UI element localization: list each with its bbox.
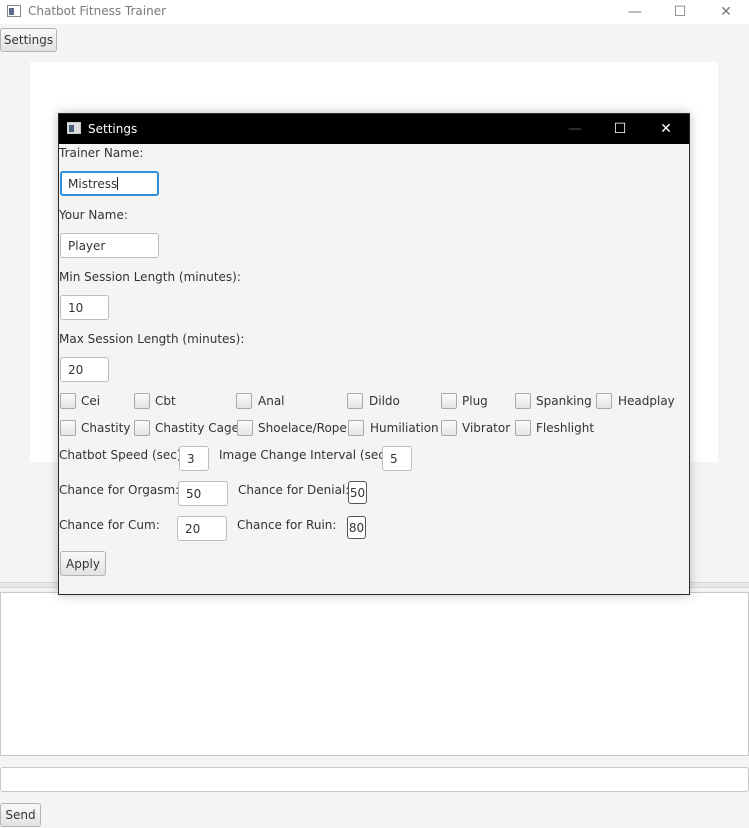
checkbox-cei[interactable] bbox=[60, 393, 76, 409]
checkbox-label-anal: Anal bbox=[258, 394, 285, 408]
dialog-minimize-button[interactable]: — bbox=[552, 114, 598, 144]
checkbox-chastity-cage[interactable] bbox=[134, 420, 150, 436]
dialog-window-icon bbox=[67, 122, 81, 134]
orgasm-chance-value: 50 bbox=[186, 486, 202, 501]
ruin-chance-label: Chance for Ruin: bbox=[237, 518, 337, 532]
checkbox-label-humiliation: Humiliation bbox=[370, 421, 439, 435]
chatbot-speed-value: 3 bbox=[187, 451, 195, 466]
checkbox-label-shoelace-rope: Shoelace/Rope bbox=[258, 421, 347, 435]
checkbox-label-plug: Plug bbox=[462, 394, 488, 408]
max-session-value: 20 bbox=[68, 362, 84, 377]
checkbox-shoelace-rope[interactable] bbox=[237, 420, 253, 436]
chat-output[interactable] bbox=[0, 592, 749, 756]
max-session-label: Max Session Length (minutes): bbox=[59, 332, 245, 346]
checkbox-label-dildo: Dildo bbox=[369, 394, 400, 408]
your-name-value: Player bbox=[68, 238, 106, 253]
trainer-name-label: Trainer Name: bbox=[59, 146, 144, 160]
dialog-title-bar: Settings — ☐ ✕ bbox=[59, 114, 689, 144]
checkbox-label-cbt: Cbt bbox=[155, 394, 176, 408]
cum-chance-label: Chance for Cum: bbox=[59, 518, 160, 532]
minimize-button[interactable]: — bbox=[612, 0, 658, 24]
message-input[interactable] bbox=[0, 767, 749, 792]
image-interval-label: Image Change Interval (sec): bbox=[219, 448, 394, 462]
your-name-label: Your Name: bbox=[59, 208, 128, 222]
orgasm-chance-label: Chance for Orgasm: bbox=[59, 483, 180, 497]
orgasm-chance-input[interactable]: 50 bbox=[178, 481, 228, 506]
trainer-name-input[interactable]: Mistress bbox=[60, 171, 159, 196]
ruin-chance-value: 80 bbox=[348, 520, 365, 535]
checkbox-plug[interactable] bbox=[441, 393, 457, 409]
dialog-maximize-button[interactable]: ☐ bbox=[597, 114, 643, 144]
app-window-icon bbox=[7, 5, 21, 17]
checkbox-label-chastity: Chastity bbox=[81, 421, 131, 435]
min-session-label: Min Session Length (minutes): bbox=[59, 270, 241, 284]
checkbox-dildo[interactable] bbox=[347, 393, 363, 409]
chatbot-speed-input[interactable]: 3 bbox=[179, 446, 209, 471]
checkbox-label-headplay: Headplay bbox=[618, 394, 675, 408]
denial-chance-value: 50 bbox=[349, 485, 366, 500]
ruin-chance-field[interactable]: 80 bbox=[347, 516, 366, 539]
checkbox-label-cei: Cei bbox=[81, 394, 101, 408]
settings-dialog: Settings — ☐ ✕ Trainer Name: Mistress Yo… bbox=[58, 113, 690, 595]
close-button[interactable]: ✕ bbox=[703, 0, 749, 24]
checkbox-cbt[interactable] bbox=[134, 393, 150, 409]
window-title: Chatbot Fitness Trainer bbox=[28, 4, 167, 18]
min-session-value: 10 bbox=[68, 300, 84, 315]
checkbox-label-vibrator: Vibrator bbox=[462, 421, 511, 435]
checkbox-chastity[interactable] bbox=[60, 420, 76, 436]
checkbox-vibrator[interactable] bbox=[441, 420, 457, 436]
checkbox-headplay[interactable] bbox=[596, 393, 612, 409]
checkbox-label-fleshlight: Fleshlight bbox=[536, 421, 595, 435]
your-name-input[interactable]: Player bbox=[60, 233, 159, 258]
max-session-input[interactable]: 20 bbox=[60, 357, 109, 382]
dialog-title: Settings bbox=[88, 122, 138, 136]
checkbox-fleshlight[interactable] bbox=[515, 420, 531, 436]
checkbox-label-chastity-cage: Chastity Cage bbox=[155, 421, 239, 435]
send-button[interactable]: Send bbox=[0, 803, 41, 827]
image-interval-value: 5 bbox=[390, 451, 398, 466]
denial-chance-field[interactable]: 50 bbox=[348, 481, 367, 504]
min-session-input[interactable]: 10 bbox=[60, 295, 109, 320]
window-title-bar: Chatbot Fitness Trainer — ☐ ✕ bbox=[0, 0, 749, 24]
checkbox-humiliation[interactable] bbox=[348, 420, 364, 436]
settings-button[interactable]: Settings bbox=[0, 28, 57, 52]
apply-button[interactable]: Apply bbox=[60, 551, 106, 576]
cum-chance-input[interactable]: 20 bbox=[177, 516, 227, 541]
checkbox-anal[interactable] bbox=[236, 393, 252, 409]
checkbox-spanking[interactable] bbox=[515, 393, 531, 409]
maximize-button[interactable]: ☐ bbox=[657, 0, 703, 24]
chatbot-speed-label: Chatbot Speed (sec) bbox=[59, 448, 182, 462]
cum-chance-value: 20 bbox=[185, 521, 201, 536]
denial-chance-label: Chance for Denial: bbox=[238, 483, 350, 497]
text-caret bbox=[117, 177, 119, 190]
checkbox-label-spanking: Spanking bbox=[536, 394, 592, 408]
dialog-close-button[interactable]: ✕ bbox=[643, 114, 689, 144]
image-interval-input[interactable]: 5 bbox=[382, 446, 412, 471]
trainer-name-value: Mistress bbox=[68, 176, 118, 191]
